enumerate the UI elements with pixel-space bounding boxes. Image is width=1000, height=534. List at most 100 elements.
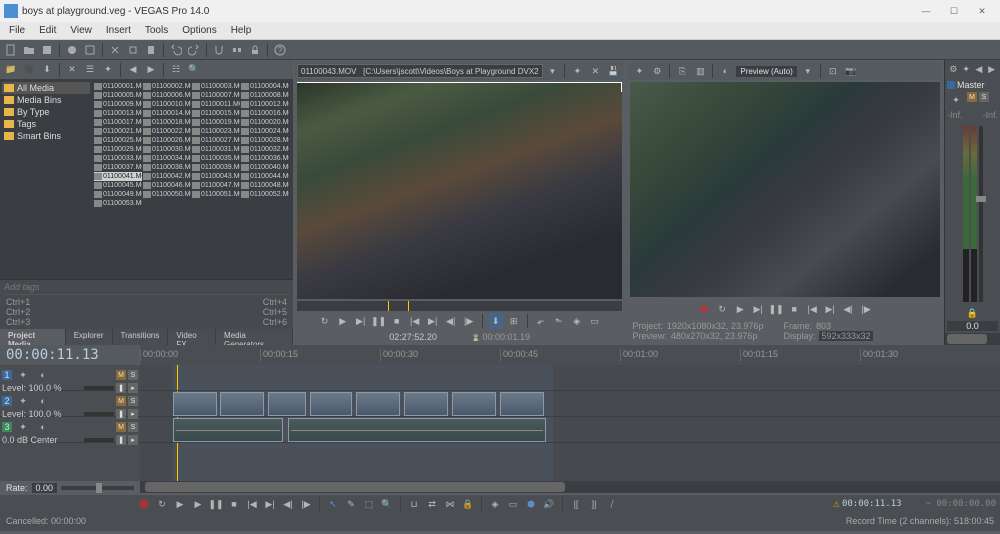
audio-clip[interactable] — [173, 418, 283, 442]
record-icon[interactable] — [137, 497, 151, 511]
trim-end-icon[interactable]: ]| — [587, 497, 601, 511]
media-item[interactable]: 01100024.MOV — [241, 127, 289, 136]
play-start-icon[interactable]: ▶ — [173, 497, 187, 511]
media-item[interactable]: 01100047.MOV — [192, 181, 240, 190]
play-icon[interactable]: ▶ — [733, 301, 747, 317]
normal-tool-icon[interactable]: ↖ — [326, 497, 340, 511]
mark-out-icon[interactable]: ⬑ — [552, 313, 566, 329]
media-list[interactable]: 01100001.MOV01100002.MOV01100003.MOV0110… — [92, 80, 293, 279]
goto-end-icon[interactable]: ▶| — [263, 497, 277, 511]
media-item[interactable]: 01100023.MOV — [192, 127, 240, 136]
media-item[interactable]: 01100003.MOV — [192, 82, 240, 91]
record-icon[interactable] — [697, 301, 711, 317]
menu-help[interactable]: Help — [224, 25, 259, 36]
save-icon[interactable] — [39, 42, 55, 58]
timeline-ruler[interactable]: 00:00:0000:00:1500:00:3000:00:4500:01:00… — [140, 345, 1000, 365]
snapshot-icon[interactable]: 📷 — [843, 63, 859, 79]
tag-shortcut[interactable]: Ctrl+6 — [263, 317, 287, 327]
envelope-tool-icon[interactable]: ✎ — [344, 497, 358, 511]
video-clip[interactable] — [220, 392, 264, 416]
pause-icon[interactable]: ❚❚ — [209, 497, 223, 511]
media-item[interactable]: 01100016.MOV — [241, 109, 289, 118]
overlays-icon[interactable]: ⊡ — [825, 63, 841, 79]
master-fx-icon[interactable]: ✦ — [948, 92, 964, 108]
media-item[interactable]: 01100006.MOV — [143, 91, 191, 100]
split-icon[interactable]: ⧸ — [605, 497, 619, 511]
pause-icon[interactable]: ❚❚ — [372, 313, 386, 329]
render-icon[interactable] — [64, 42, 80, 58]
master-scrollbar[interactable] — [945, 333, 1000, 345]
trimmer-scrubber[interactable] — [297, 301, 622, 311]
trimmer-video[interactable] — [297, 82, 622, 299]
quality-icon[interactable]: ◐ — [717, 63, 733, 79]
tab-explorer[interactable]: Explorer — [66, 329, 113, 345]
track-lane[interactable] — [140, 417, 1000, 443]
dropdown-icon[interactable]: ▾ — [544, 63, 560, 79]
trimmer-path-input[interactable] — [297, 64, 543, 78]
delete-icon[interactable]: ✕ — [587, 63, 603, 79]
lock-icon[interactable]: 🔒 — [461, 497, 475, 511]
maximize-button[interactable]: ☐ — [940, 2, 968, 20]
snap-icon[interactable]: ⊔ — [407, 497, 421, 511]
copy-icon[interactable] — [125, 42, 141, 58]
media-item[interactable]: 01100018.MOV — [143, 118, 191, 127]
menu-tools[interactable]: Tools — [138, 25, 175, 36]
play-icon[interactable]: ▶ — [191, 497, 205, 511]
track-body[interactable] — [140, 365, 1000, 481]
import-icon[interactable]: 📁 — [3, 62, 19, 78]
next-frame-icon[interactable]: |▶ — [299, 497, 313, 511]
media-item[interactable]: 01100011.MOV — [192, 100, 240, 109]
region-icon[interactable]: ▭ — [506, 497, 520, 511]
media-item[interactable]: 01100029.MOV — [94, 145, 142, 154]
tree-item[interactable]: All Media — [2, 82, 90, 94]
preview-settings-icon[interactable]: ⚙ — [649, 63, 665, 79]
tree-item[interactable]: Smart Bins — [2, 130, 90, 142]
media-item[interactable]: 01100032.MOV — [241, 145, 289, 154]
video-clip[interactable] — [173, 392, 217, 416]
master-mute[interactable]: M — [967, 92, 977, 102]
marker-icon[interactable]: ◈ — [488, 497, 502, 511]
video-clip[interactable] — [404, 392, 448, 416]
tab-video-fx[interactable]: Video FX — [168, 329, 216, 345]
media-item[interactable]: 01100030.MOV — [143, 145, 191, 154]
auto-crossfade-icon[interactable]: ⋈ — [443, 497, 457, 511]
insert-fx-icon[interactable]: ✦ — [961, 61, 972, 77]
menu-file[interactable]: File — [2, 25, 32, 36]
media-item[interactable]: 01100005.MOV — [94, 91, 142, 100]
track-lane[interactable] — [140, 365, 1000, 391]
media-item[interactable]: 01100053.MOV — [94, 199, 142, 208]
preview-video[interactable] — [630, 82, 940, 297]
next-icon[interactable]: ▶ — [143, 62, 159, 78]
media-item[interactable]: 01100050.MOV — [143, 190, 191, 199]
timeline-scrollbar[interactable] — [140, 481, 1000, 493]
timeline-timecode[interactable]: 00:00:11.13 — [0, 347, 140, 363]
views-icon[interactable]: ☷ — [168, 62, 184, 78]
media-item[interactable]: 01100039.MOV — [192, 163, 240, 172]
media-item[interactable]: 01100042.MOV — [143, 172, 191, 181]
tag-shortcut[interactable]: Ctrl+3 — [6, 317, 30, 327]
video-clip[interactable] — [356, 392, 400, 416]
new-icon[interactable] — [3, 42, 19, 58]
external-icon[interactable]: ⎘ — [674, 63, 690, 79]
play-start-icon[interactable]: ▶| — [751, 301, 765, 317]
media-item[interactable]: 01100051.MOV — [192, 190, 240, 199]
goto-end-icon[interactable]: ▶| — [823, 301, 837, 317]
track-header[interactable]: 3✦◐MS0.0 dB Center❚▸ — [0, 417, 140, 443]
media-item[interactable]: 01100013.MOV — [94, 109, 142, 118]
tree-item[interactable]: Media Bins — [2, 94, 90, 106]
auto-ripple-icon[interactable]: ⇄ — [425, 497, 439, 511]
snap-icon[interactable] — [211, 42, 227, 58]
rate-slider[interactable] — [61, 486, 134, 490]
menu-edit[interactable]: Edit — [32, 25, 63, 36]
help-icon[interactable]: ? — [272, 42, 288, 58]
preview-mode[interactable]: Preview (Auto) — [736, 66, 796, 77]
goto-start-icon[interactable]: |◀ — [245, 497, 259, 511]
pause-icon[interactable]: ❚❚ — [769, 301, 783, 317]
media-item[interactable]: 01100010.MOV — [143, 100, 191, 109]
media-item[interactable]: 01100015.MOV — [192, 109, 240, 118]
gear-icon[interactable]: ⚙ — [948, 61, 959, 77]
media-item[interactable]: 01100043.MOV — [192, 172, 240, 181]
media-item[interactable]: 01100040.MOV — [241, 163, 289, 172]
tag-shortcut[interactable]: Ctrl+2 — [6, 307, 30, 317]
region-icon[interactable]: ▭ — [588, 313, 602, 329]
